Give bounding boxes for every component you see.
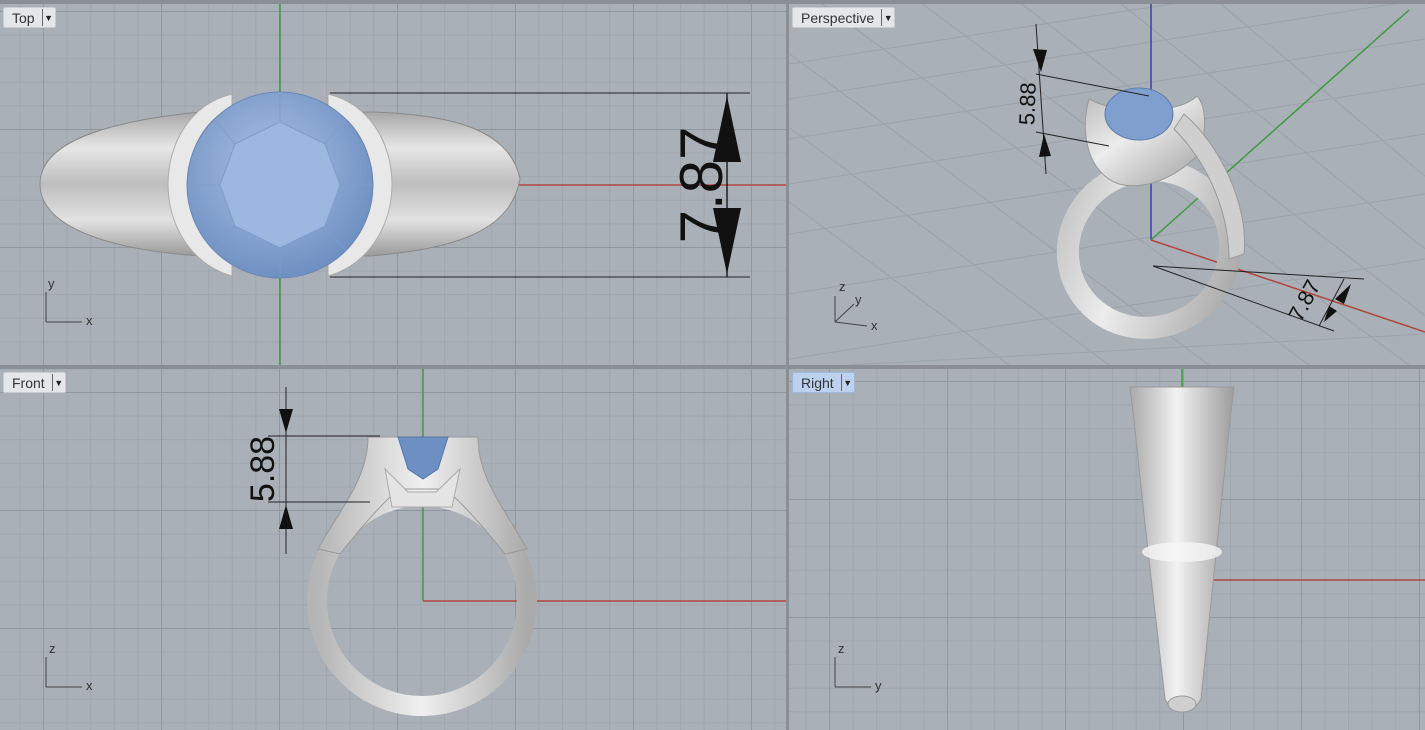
viewport-title: Front: [12, 374, 45, 391]
ring-model[interactable]: [307, 436, 537, 716]
viewport-label-top[interactable]: Top ▼: [3, 7, 56, 28]
perspective-view-scene[interactable]: 5.88 7.87 z y x: [789, 4, 1425, 365]
triangle-down-icon[interactable]: ▼: [51, 374, 65, 391]
axis-triad: z y: [834, 641, 882, 693]
viewport-front[interactable]: Front ▼ 5.88 z x: [0, 369, 786, 730]
right-view-scene[interactable]: z y: [789, 369, 1425, 730]
axis-triad: y x: [45, 276, 93, 328]
triangle-down-icon[interactable]: ▼: [41, 9, 55, 26]
triangle-down-icon[interactable]: ▼: [881, 9, 894, 26]
axis-label-y: y: [855, 292, 862, 307]
viewport-label-front[interactable]: Front ▼: [3, 372, 66, 393]
viewport-top[interactable]: Top ▼ 7.87 y x: [0, 4, 786, 365]
axis-label-z: z: [839, 279, 846, 294]
axis-triad: z x: [45, 641, 93, 693]
dimension-height-text: 5.88: [1014, 82, 1040, 126]
viewport-perspective[interactable]: Perspective ▼ 5.88 7.87 z y x: [789, 4, 1425, 365]
axis-label-x: x: [86, 678, 93, 693]
axis-label-z: z: [49, 641, 56, 656]
viewport-label-right[interactable]: Right ▼: [792, 372, 855, 393]
dimension-width-text: 7.87: [1283, 276, 1325, 326]
ring-model[interactable]: [1129, 386, 1235, 713]
axis-label-y: y: [48, 276, 55, 291]
dimension-height-text: 5.88: [244, 436, 282, 502]
front-view-scene[interactable]: 5.88 z x: [0, 369, 786, 730]
viewport-title: Top: [12, 9, 35, 26]
ring-model[interactable]: [1040, 87, 1258, 356]
viewport-title: Perspective: [801, 9, 875, 26]
viewport-label-perspective[interactable]: Perspective ▼: [792, 7, 896, 28]
top-view-scene[interactable]: 7.87 y x: [0, 4, 786, 365]
viewport-title: Right: [801, 374, 834, 391]
gemstone: [1104, 87, 1174, 141]
triangle-down-icon[interactable]: ▼: [840, 374, 854, 391]
axis-label-x: x: [871, 318, 878, 333]
viewport-right[interactable]: Right ▼ z y: [789, 369, 1425, 730]
dimension-width-text: 7.87: [668, 127, 735, 244]
axis-label-z: z: [838, 641, 845, 656]
axis-label-y: y: [875, 678, 882, 693]
axis-triad: z y x: [834, 279, 878, 333]
axis-label-x: x: [86, 313, 93, 328]
